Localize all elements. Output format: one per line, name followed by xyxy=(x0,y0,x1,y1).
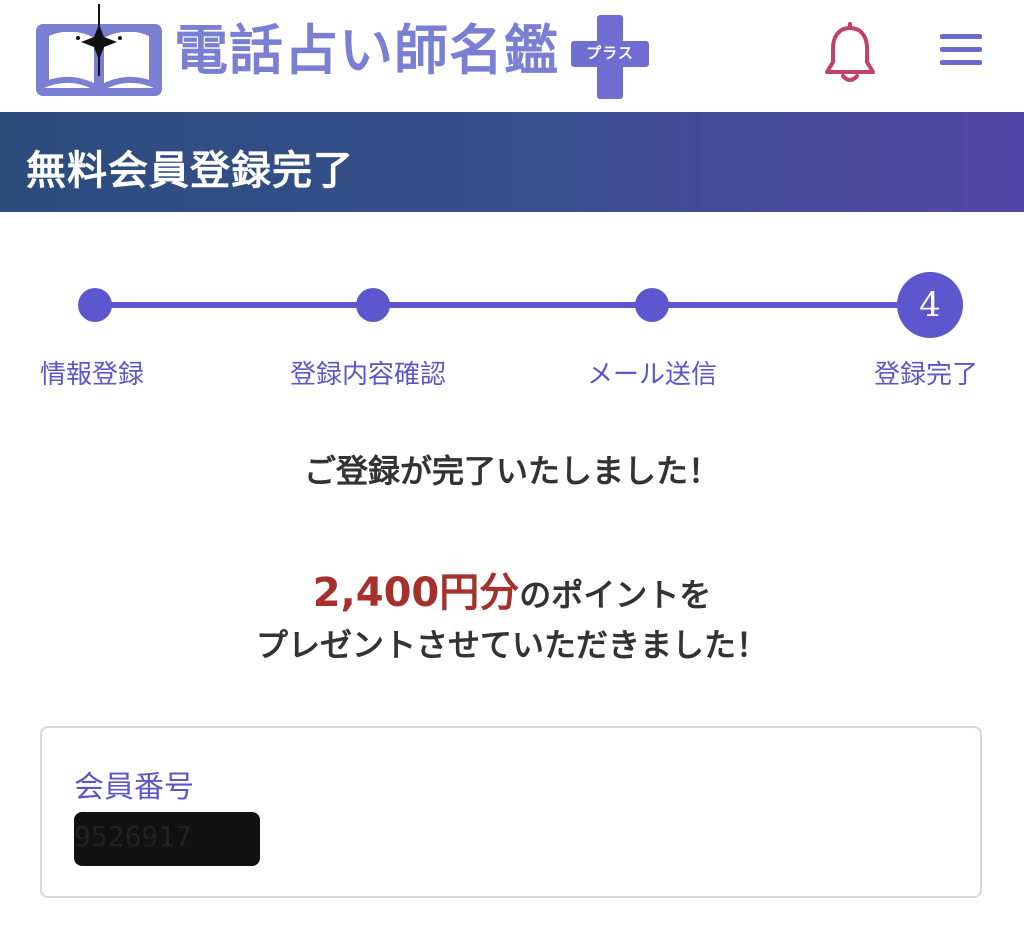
progress-steps: 4 情報登録 登録内容確認 メール送信 登録完了 xyxy=(0,270,1024,400)
site-logo[interactable]: 電話占い師名鑑 プラス xyxy=(36,0,649,100)
plus-badge-label: プラス xyxy=(586,44,634,62)
open-book-icon xyxy=(36,4,162,96)
app-header: 電話占い師名鑑 プラス xyxy=(0,0,1024,112)
points-suffix: のポイントを xyxy=(519,576,712,614)
plus-badge: プラス xyxy=(571,11,649,99)
step-label-1: 情報登録 xyxy=(40,360,145,390)
step-1-dot xyxy=(78,288,112,322)
step-label-4: 登録完了 xyxy=(874,360,979,390)
member-info-box: 会員番号 9526917 xyxy=(40,726,982,898)
page-title: 無料会員登録完了 xyxy=(26,148,354,194)
step-4-current: 4 xyxy=(897,272,963,338)
points-message: 2,400円分のポイントを xyxy=(0,560,1024,618)
step-2-dot xyxy=(356,288,390,322)
step-label-2: 登録内容確認 xyxy=(290,360,447,390)
hamburger-menu-icon[interactable] xyxy=(936,30,986,70)
step-label-3: メール送信 xyxy=(587,360,718,390)
present-message: プレゼントさせていただきました！ xyxy=(255,626,768,664)
bell-icon[interactable] xyxy=(822,20,878,86)
step-3-dot xyxy=(635,288,669,322)
progress-track xyxy=(96,302,930,308)
points-amount: 2,400円分 xyxy=(312,570,520,616)
logo-text: 電話占い師名鑑 xyxy=(174,18,559,82)
member-number-value: 9526917 xyxy=(74,812,260,866)
title-band: 無料会員登録完了 xyxy=(0,112,1024,212)
member-number-label: 会員番号 xyxy=(74,770,194,805)
completion-message: ご登録が完了いたしました！ xyxy=(303,452,720,490)
